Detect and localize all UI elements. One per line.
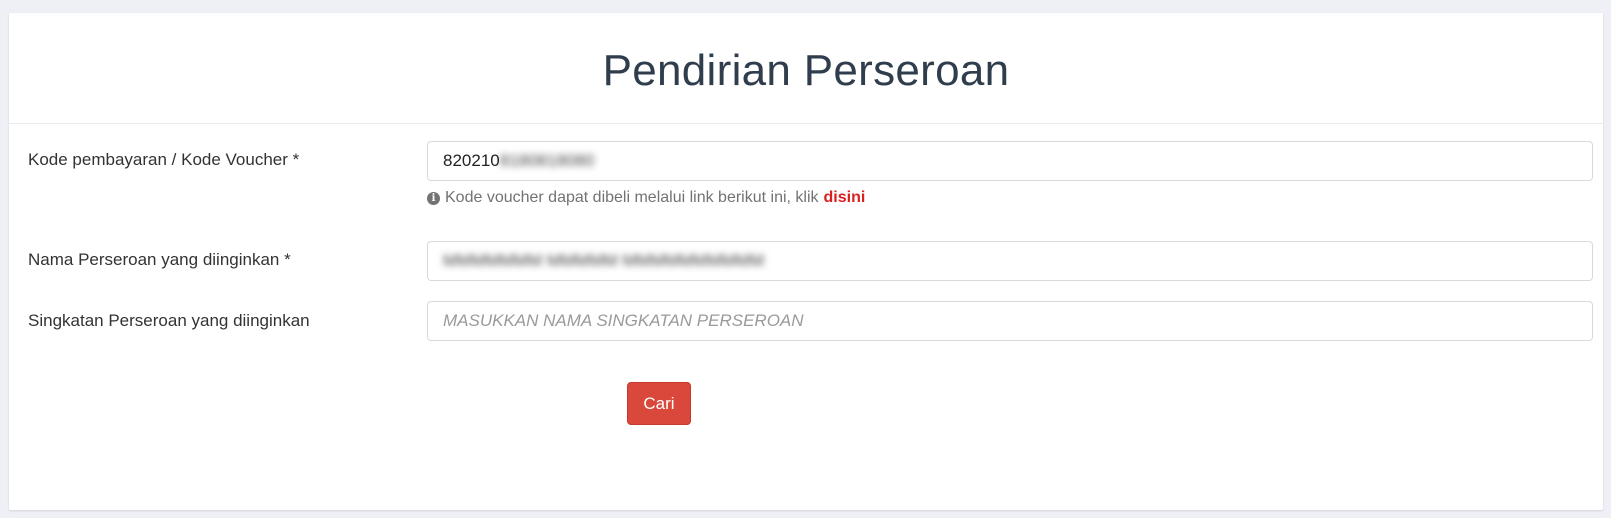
card-header: Pendirian Perseroan [9, 13, 1603, 124]
abbreviation-input[interactable] [427, 301, 1593, 341]
company-name-value-redacted: MMMMMMM MMMMM MMMMMMMMMM [443, 251, 764, 270]
voucher-help: i Kode voucher dapat dibeli melalui link… [427, 189, 865, 207]
voucher-input[interactable]: 820210 8180818080 [427, 141, 1593, 181]
page-title: Pendirian Perseroan [602, 46, 1010, 95]
form-card: Pendirian Perseroan Kode pembayaran / Ko… [9, 13, 1603, 510]
voucher-value-redacted: 8180818080 [499, 151, 595, 170]
company-name-label: Nama Perseroan yang diinginkan * [28, 250, 291, 269]
abbreviation-label: Singkatan Perseroan yang diinginkan [28, 311, 310, 330]
company-name-input[interactable]: MMMMMMM MMMMM MMMMMMMMMM [427, 241, 1593, 281]
voucher-help-link[interactable]: disini [824, 189, 866, 207]
voucher-value: 820210 [443, 151, 500, 170]
voucher-help-text: Kode voucher dapat dibeli melalui link b… [445, 189, 819, 206]
search-button[interactable]: Cari [627, 382, 691, 425]
voucher-label: Kode pembayaran / Kode Voucher * [28, 150, 300, 169]
info-circle-icon: i [427, 191, 440, 205]
